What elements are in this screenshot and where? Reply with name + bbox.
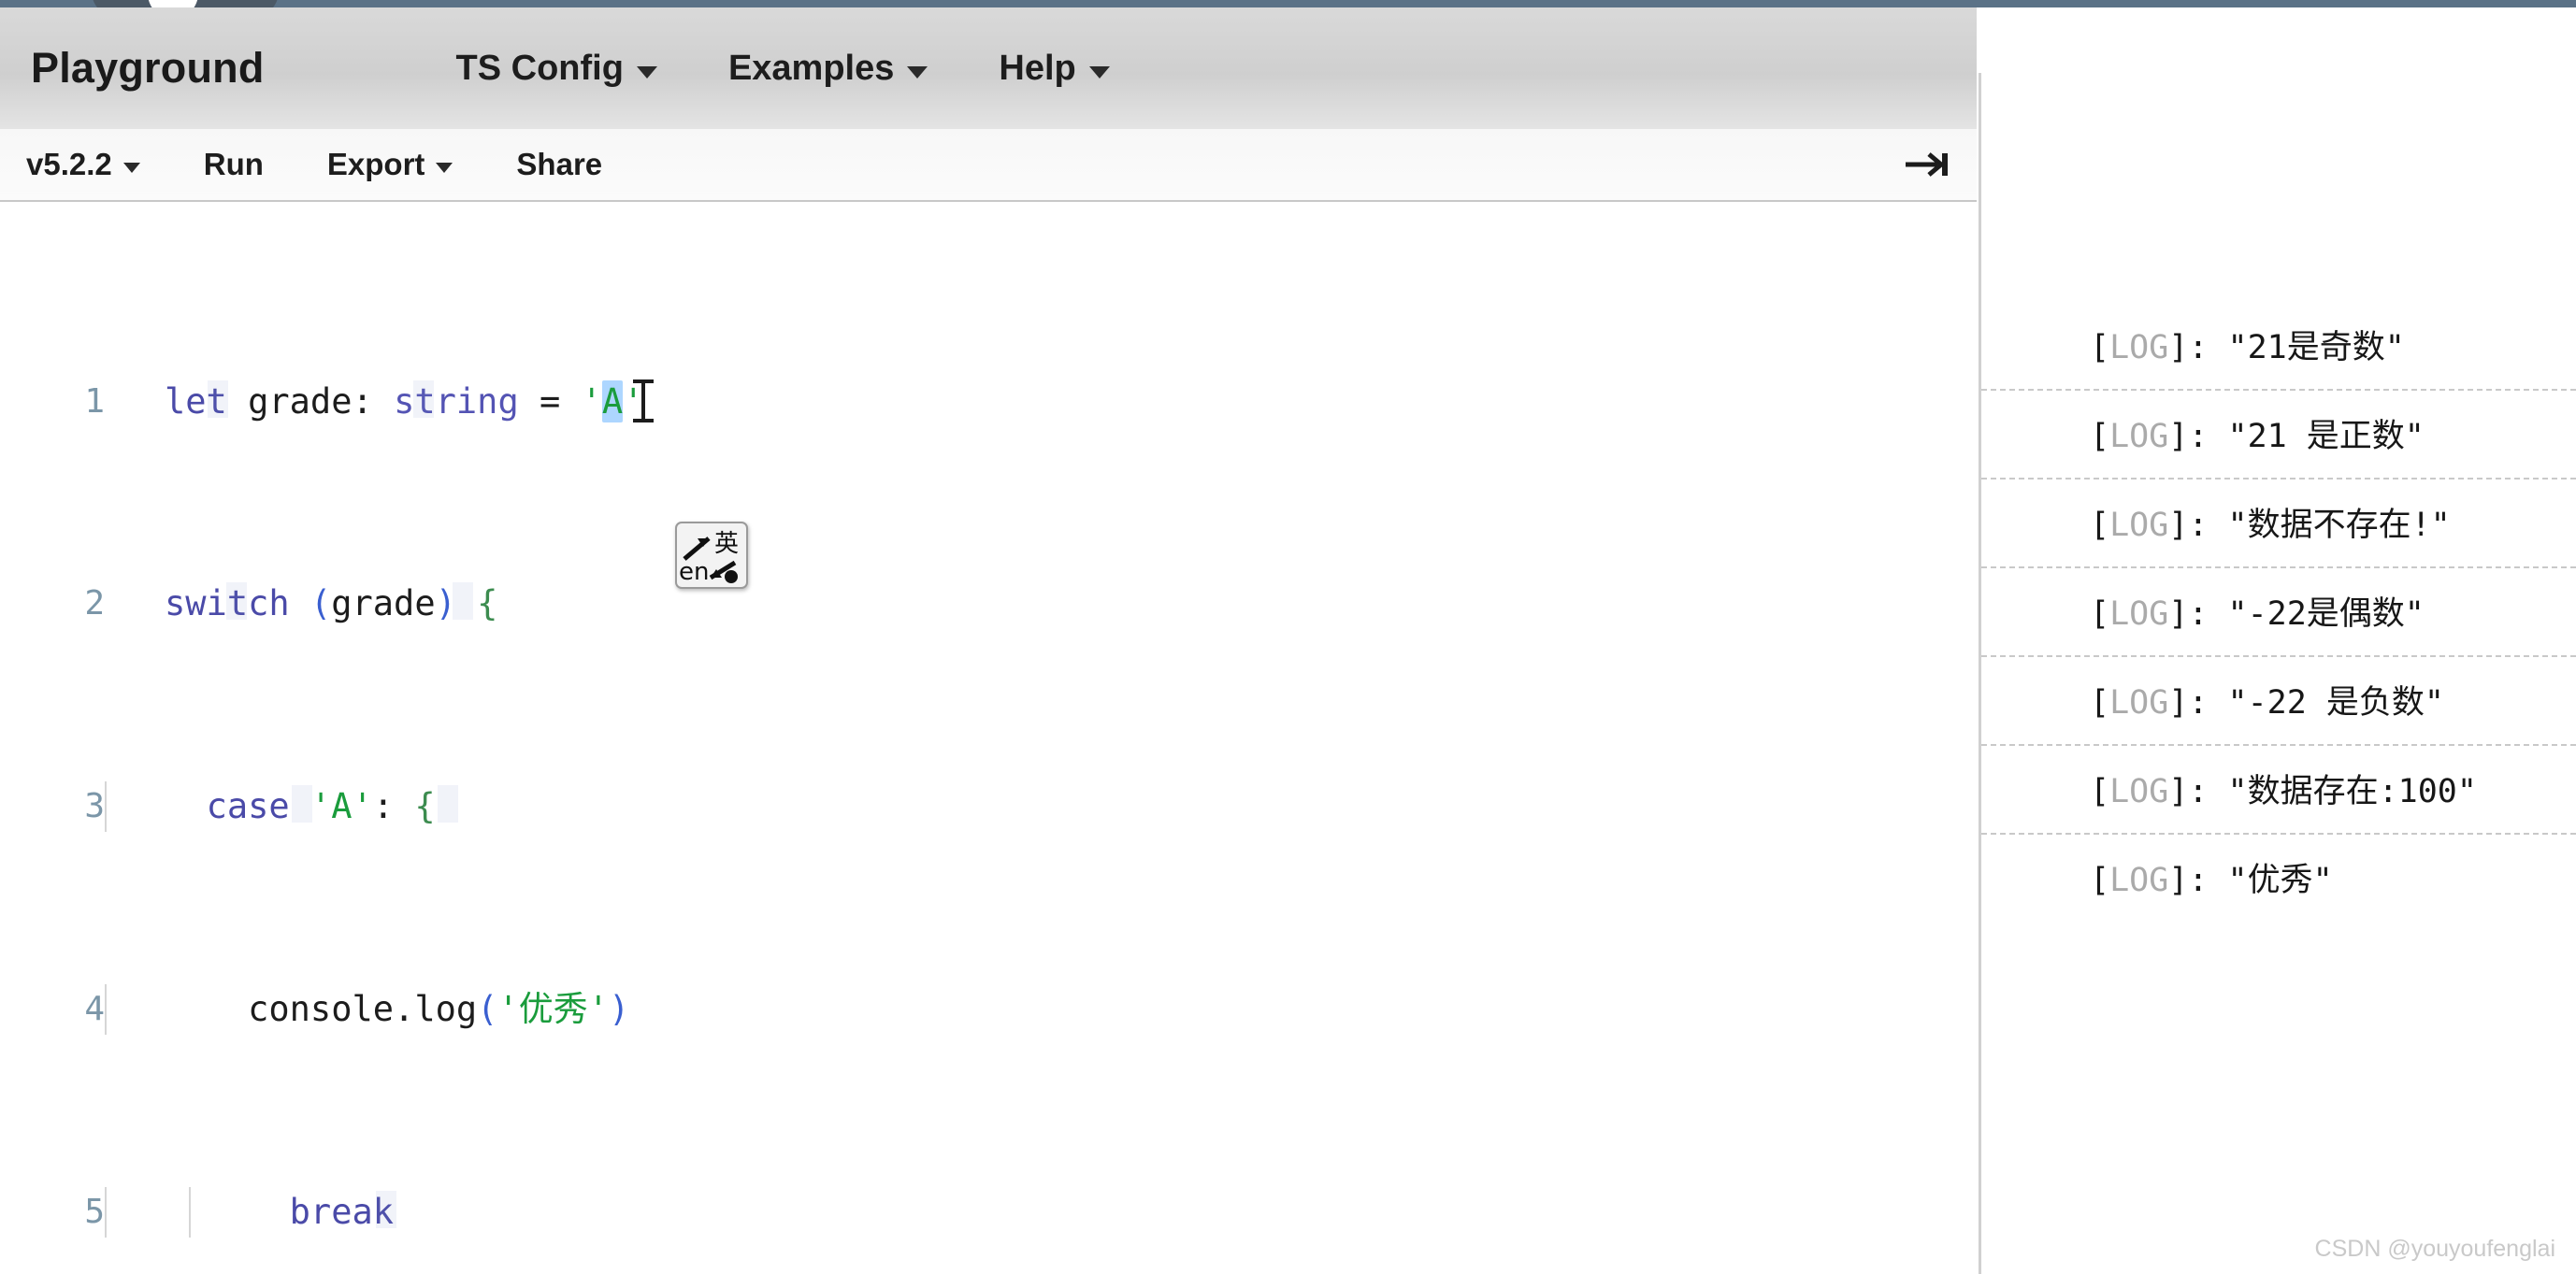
page-title: Playground <box>31 44 265 92</box>
log-value: "数据存在:100" <box>2227 773 2477 810</box>
line-number: 4 <box>84 990 105 1028</box>
log-tag: LOG <box>2109 684 2169 722</box>
share-label: Share <box>516 147 603 181</box>
app-header: Playground TS Config Examples Help <box>0 7 1977 129</box>
ime-toggle-icon[interactable]: en 英 <box>675 522 748 589</box>
nav-item-label: Help <box>999 48 1076 88</box>
chevron-down-icon <box>122 162 140 173</box>
version-label: v5.2.2 <box>26 147 112 181</box>
nav-item-ts-config[interactable]: TS Config <box>456 49 657 89</box>
chevron-down-icon <box>907 65 928 79</box>
log-tag: LOG <box>2109 507 2169 544</box>
nav-item-examples[interactable]: Examples <box>728 49 928 89</box>
log-tag: LOG <box>2109 862 2169 899</box>
run-button[interactable]: Run <box>204 147 264 182</box>
playground-window: Playground TS Config Examples Help v5.2.… <box>0 0 2576 1274</box>
line-number: 3 <box>84 787 105 826</box>
nav-item-label: Examples <box>727 48 895 88</box>
line-text: switch (grade) { <box>165 582 498 624</box>
main-nav: TS Config Examples Help <box>456 49 1110 89</box>
line-text: case 'A': { <box>105 781 458 833</box>
line-text: let grade: string = 'A' <box>165 379 655 422</box>
code-line[interactable]: 3 case 'A': { <box>0 781 1977 833</box>
log-tag: LOG <box>2109 595 2169 633</box>
chevron-down-icon <box>1088 65 1110 79</box>
version-selector[interactable]: v5.2.2 <box>26 147 140 182</box>
svg-text:英: 英 <box>714 530 739 558</box>
run-label: Run <box>203 147 264 181</box>
code-line[interactable]: 1 let grade: string = 'A' <box>0 377 1977 427</box>
log-entry: [LOG]: "优秀" <box>2090 862 2333 899</box>
log-entry: [LOG]: "-22是偶数" <box>1981 568 2576 657</box>
line-number: 5 <box>84 1192 105 1231</box>
share-button[interactable]: Share <box>516 147 602 182</box>
log-tag: LOG <box>2109 329 2169 366</box>
log-value: "21是奇数" <box>2227 329 2405 366</box>
nav-item-help[interactable]: Help <box>999 48 1110 89</box>
export-label: Export <box>326 147 425 181</box>
nav-item-label: TS Config <box>455 48 624 88</box>
arrow-right-to-line-icon[interactable] <box>1904 149 1952 180</box>
chevron-down-icon <box>636 65 657 79</box>
code-line[interactable]: 5 break <box>0 1186 1977 1238</box>
editor-toolbar: v5.2.2 Run Export Share <box>0 129 1977 202</box>
log-entry: [LOG]: "-22 是负数" <box>1981 657 2576 746</box>
log-entry: [LOG]: "21是奇数" <box>1981 302 2576 391</box>
log-entry: [LOG]: "数据不存在!" <box>1981 480 2576 568</box>
log-value: "优秀" <box>2227 862 2333 899</box>
line-number: 2 <box>84 584 105 623</box>
log-value: "21 是正数" <box>2227 418 2425 455</box>
code-line[interactable]: 2 switch (grade) { <box>0 579 1977 629</box>
line-text: break <box>105 1186 396 1238</box>
code-content[interactable]: 1 let grade: string = 'A' 2 switch (grad… <box>0 204 1977 1274</box>
line-text: console.log('优秀') <box>105 984 629 1036</box>
svg-text:en: en <box>679 558 709 586</box>
export-menu[interactable]: Export <box>327 147 453 182</box>
log-list: [LOG]: "21是奇数" [LOG]: "21 是正数" [LOG]: "数… <box>1981 73 2576 922</box>
console-log-panel: [LOG]: "21是奇数" [LOG]: "21 是正数" [LOG]: "数… <box>1979 73 2576 1274</box>
log-value: "-22是偶数" <box>2227 595 2425 633</box>
log-value: "数据不存在!" <box>2227 507 2451 544</box>
text-cursor <box>633 379 655 422</box>
log-entry: [LOG]: "21 是正数" <box>1981 391 2576 480</box>
browser-chrome-strip <box>0 0 2576 7</box>
line-number: 1 <box>84 381 105 421</box>
code-editor[interactable]: 1 let grade: string = 'A' 2 switch (grad… <box>0 204 1977 1274</box>
log-tag: LOG <box>2109 418 2169 455</box>
chevron-down-icon <box>436 162 453 173</box>
code-line[interactable]: 4 console.log('优秀') <box>0 984 1977 1036</box>
log-tag: LOG <box>2109 773 2169 810</box>
watermark: CSDN @youyoufenglai <box>2314 1236 2555 1262</box>
log-value: "-22 是负数" <box>2227 684 2444 722</box>
log-entry: [LOG]: "数据存在:100" <box>1981 746 2576 835</box>
